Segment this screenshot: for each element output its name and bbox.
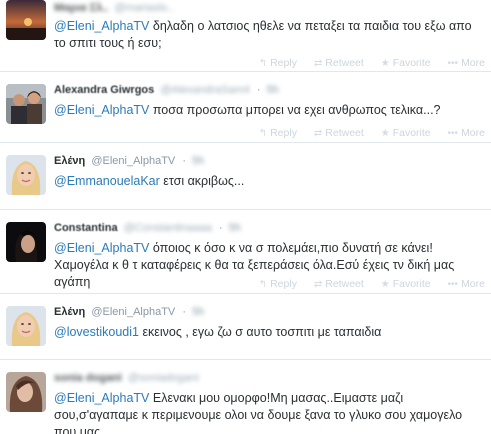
tweet-fullname[interactable]: Ελένη	[54, 155, 85, 167]
tweet-text: @EmmanouelaKar ετσι ακριβως...	[54, 173, 479, 190]
tweet-header: Ελένη @Eleni_AlphaTV · 5h	[54, 306, 205, 318]
tweet-fullname[interactable]: Constantina	[54, 222, 118, 234]
retweet-icon: ⇄	[313, 279, 323, 290]
tweet-username[interactable]: @Eleni_AlphaTV	[91, 155, 175, 167]
tweet-item: Constantina @Constantinaaaa · 5h @Eleni_…	[0, 210, 491, 294]
tweet-item: Ελένη @Eleni_AlphaTV · 5h @EmmanouelaKar…	[0, 143, 491, 210]
more-button[interactable]: ••• More	[448, 278, 485, 290]
tweet-fullname[interactable]: Ελένη	[54, 306, 85, 318]
star-icon: ★	[380, 279, 390, 290]
tweet-item: Ελένη @Eleni_AlphaTV · 5h @lovestikoudi1…	[0, 294, 491, 360]
tweet-fullname[interactable]: Μαρια Σλ..	[54, 2, 108, 14]
tweet-header: Ελένη @Eleni_AlphaTV · 5h	[54, 155, 205, 167]
tweet-body: ετσι ακριβως...	[159, 174, 245, 188]
tweet-actions: ↰ Reply ⇄ Retweet ★ Favorite ••• More	[245, 127, 485, 139]
tweet-time[interactable]: 5h	[192, 155, 204, 167]
tweet-actions: ↰ Reply ⇄ Retweet ★ Favorite ••• More	[245, 278, 485, 290]
avatar[interactable]	[6, 372, 46, 412]
avatar[interactable]	[6, 84, 46, 124]
retweet-icon: ⇄	[313, 58, 323, 69]
retweet-button[interactable]: ⇄ Retweet	[314, 57, 364, 69]
reply-button[interactable]: ↰ Reply	[259, 127, 297, 139]
avatar[interactable]	[6, 222, 46, 262]
tweet-fullname[interactable]: Alexandra Giwrgos	[54, 84, 154, 96]
retweet-icon: ⇄	[313, 128, 323, 139]
retweet-button[interactable]: ⇄ Retweet	[314, 127, 364, 139]
tweet-actions: ↰ Reply ⇄ Retweet ★ Favorite ••• More	[245, 57, 485, 69]
reply-icon: ↰	[258, 58, 268, 69]
tweet-time[interactable]: 5h	[267, 84, 279, 96]
tweet-mention[interactable]: @Eleni_AlphaTV	[54, 19, 149, 33]
reply-icon: ↰	[258, 128, 268, 139]
reply-button[interactable]: ↰ Reply	[259, 57, 297, 69]
tweet-header: Μαρια Σλ.. @mariaslo..	[54, 2, 173, 14]
tweet-time[interactable]: 5h	[192, 306, 204, 318]
tweet-body: εκεινος , εγω ζω σ αυτο τοσπιτι με ταπαι…	[138, 325, 382, 339]
tweet-fullname[interactable]: sonia doganì	[54, 372, 122, 384]
tweet-mention[interactable]: @Eleni_AlphaTV	[54, 241, 149, 255]
tweet-header: Constantina @Constantinaaaa · 5h	[54, 222, 241, 234]
more-button[interactable]: ••• More	[448, 127, 485, 139]
tweet-item: Μαρια Σλ.. @mariaslo.. @Eleni_AlphaTV δη…	[0, 0, 491, 72]
tweet-mention[interactable]: @Eleni_AlphaTV	[54, 391, 149, 405]
tweet-text: @Eleni_AlphaTV Ελενακι μου ομορφο!Μη μασ…	[54, 390, 479, 434]
retweet-button[interactable]: ⇄ Retweet	[314, 278, 364, 290]
more-icon: •••	[447, 128, 459, 139]
more-button[interactable]: ••• More	[448, 57, 485, 69]
tweet-mention[interactable]: @Eleni_AlphaTV	[54, 103, 149, 117]
tweet-mention[interactable]: @EmmanouelaKar	[54, 174, 160, 188]
tweet-text: @Eleni_AlphaTV ποσα προσωπα μπορει να εχ…	[54, 102, 479, 119]
tweet-mention[interactable]: @lovestikoudi1	[54, 325, 139, 339]
reply-button[interactable]: ↰ Reply	[259, 278, 297, 290]
tweet-text: @lovestikoudi1 εκεινος , εγω ζω σ αυτο τ…	[54, 324, 479, 341]
tweet-username[interactable]: @AlexandraSam4	[160, 84, 249, 96]
tweet-header: sonia doganì @soniadoganì	[54, 372, 199, 384]
tweet-username[interactable]: @Constantinaaaa	[124, 222, 212, 234]
avatar[interactable]	[6, 306, 46, 346]
reply-icon: ↰	[258, 279, 268, 290]
tweet-username[interactable]: @mariaslo..	[115, 2, 174, 14]
tweet-username[interactable]: @soniadoganì	[128, 372, 199, 384]
more-icon: •••	[447, 279, 459, 290]
tweet-header: Alexandra Giwrgos @AlexandraSam4 · 5h	[54, 84, 279, 96]
tweet-body: ποσα προσωπα μπορει να εχει ανθρωπος τελ…	[149, 103, 441, 117]
star-icon: ★	[380, 58, 390, 69]
more-icon: •••	[447, 58, 459, 69]
tweet-item: Alexandra Giwrgos @AlexandraSam4 · 5h @E…	[0, 72, 491, 143]
star-icon: ★	[380, 128, 390, 139]
tweet-username[interactable]: @Eleni_AlphaTV	[91, 306, 175, 318]
favorite-button[interactable]: ★ Favorite	[381, 278, 431, 290]
tweet-item: sonia doganì @soniadoganì @Eleni_AlphaTV…	[0, 360, 491, 434]
tweet-text: @Eleni_AlphaTV δηλαδη ο λατσιος ηθελε να…	[54, 18, 479, 52]
avatar[interactable]	[6, 0, 46, 40]
avatar[interactable]	[6, 155, 46, 195]
favorite-button[interactable]: ★ Favorite	[381, 57, 431, 69]
favorite-button[interactable]: ★ Favorite	[381, 127, 431, 139]
tweet-time[interactable]: 5h	[229, 222, 241, 234]
